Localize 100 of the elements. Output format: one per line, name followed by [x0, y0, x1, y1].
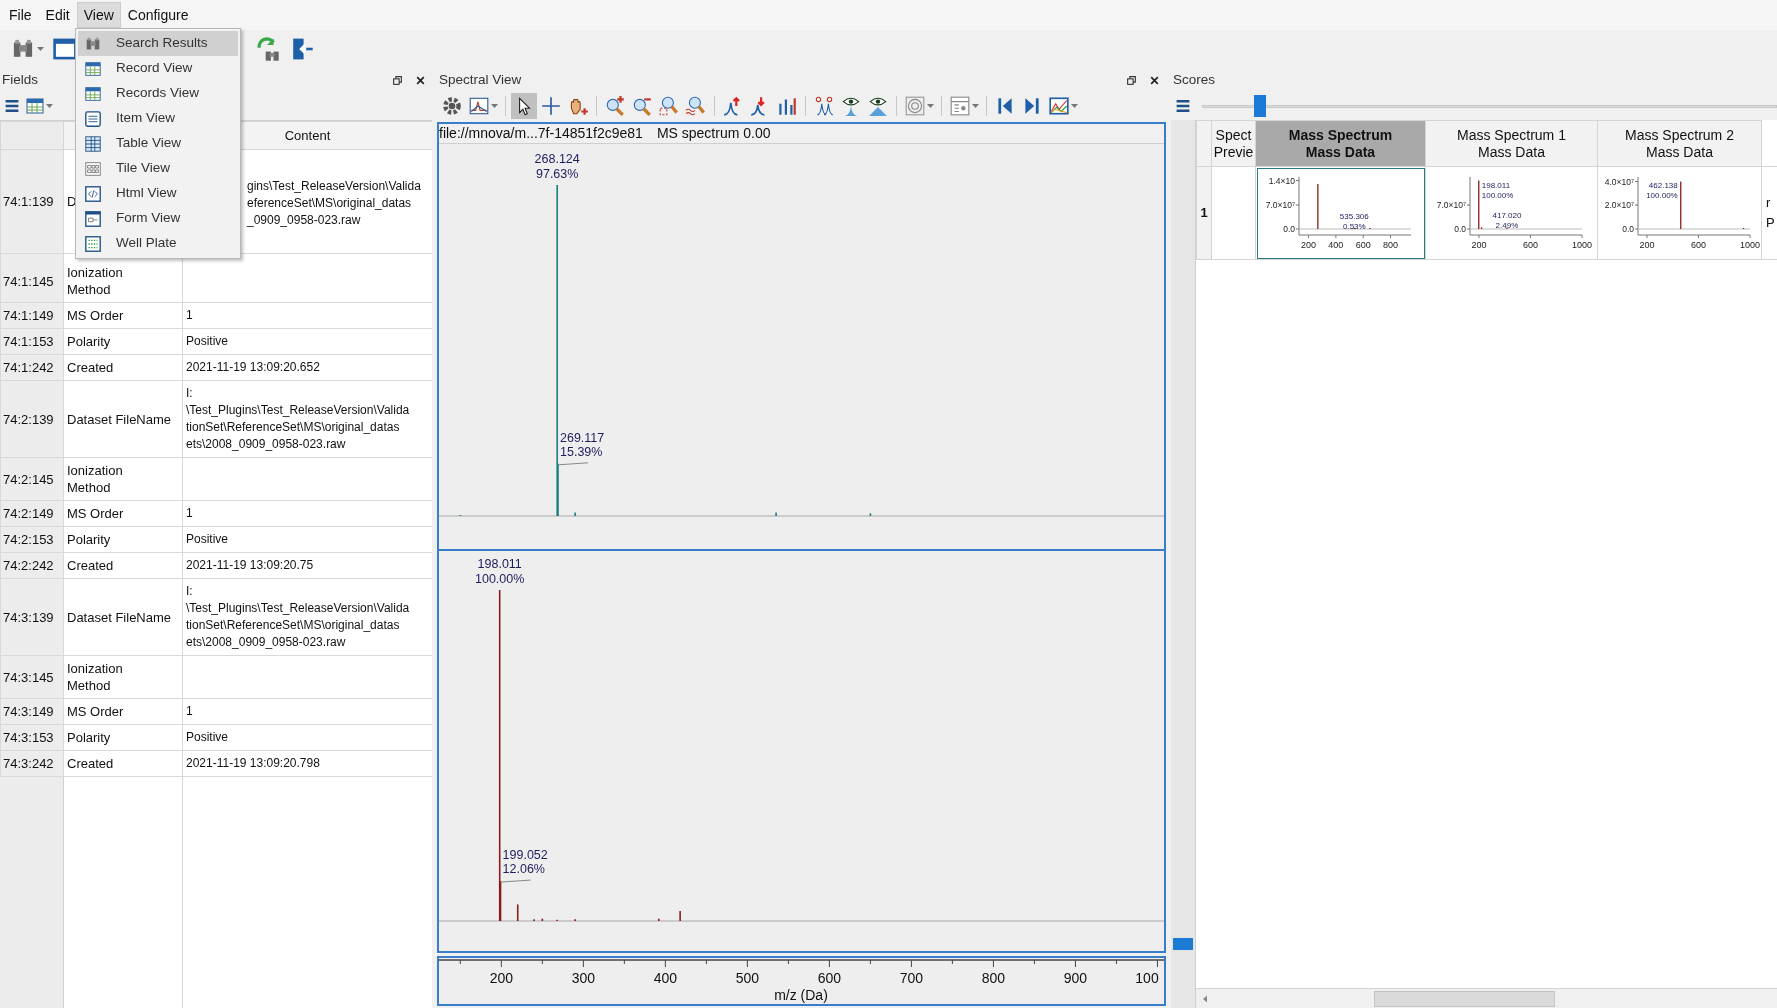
table-cell: Ionization Method: [63, 655, 183, 699]
y-axis: [1295, 176, 1299, 236]
crosshair-icon: [540, 95, 562, 117]
peak-label: 12.06%: [502, 862, 545, 877]
table-cell: 1: [182, 500, 432, 527]
table-cell: MS Order: [63, 500, 183, 527]
caret-icon: [1071, 103, 1078, 109]
peak-label: 198.011: [477, 557, 522, 571]
gear-icon: [441, 95, 463, 117]
zoom-fit-icon: [658, 95, 680, 117]
table-cell: Created: [63, 354, 183, 381]
close-icon: [1149, 74, 1160, 86]
table-cell: 74:2:139: [0, 380, 64, 458]
leader-line: [500, 879, 532, 883]
caret-icon: [491, 103, 498, 109]
thumbnail-cell[interactable]: 4.0×10⁷ 2.0×10⁷ 0.0 200 600 1000 462.138 100.00%: [1597, 166, 1762, 260]
table-cell: Positive: [182, 724, 432, 751]
chart-icon: [1048, 95, 1070, 117]
menu-item[interactable]: Edit: [38, 2, 77, 28]
table-cell: I: \Test_Plugins\Test_ReleaseVersion\Valida tionSet\ReferenceSet\MS\original_datas ets\2008_0909_0958-023.raw: [182, 578, 432, 656]
table-cell: 74:2:145: [0, 457, 64, 501]
axis-tick-label: 600: [1355, 240, 1371, 250]
table-cell: 2021-11-19 13:09:20.75: [182, 552, 432, 579]
table-cell: 74:2:242: [0, 552, 64, 579]
table-cell: Ionization Method: [63, 457, 183, 501]
table-cell: Dataset FileName: [63, 380, 183, 458]
menu-item[interactable]: Search Results: [78, 31, 238, 56]
code-icon: [84, 184, 102, 203]
table-cell: Polarity: [63, 526, 183, 553]
axis-tick-label: 400: [1327, 240, 1343, 250]
axis-tick-label: 4.0×10⁷: [1604, 176, 1634, 187]
tiles-icon: [84, 159, 102, 178]
dot-grid-icon: [84, 234, 102, 253]
peak-label: 417.020: [1492, 211, 1521, 220]
axis-tick-label: 500: [735, 970, 760, 986]
peak-label: 15.39%: [560, 444, 603, 459]
peak-label: 198.011: [1481, 181, 1510, 190]
table-cell: I: \Test_Plugins\Test_ReleaseVersion\Valida tionSet\ReferenceSet\MS\original_datas ets\2008_0909_0958-023.raw: [182, 380, 432, 458]
column-header: Mass Spectrum 1 Mass Data: [1425, 120, 1598, 167]
peaks-icon: [776, 95, 798, 117]
table-cell: Positive: [182, 328, 432, 355]
y-axis: [1634, 176, 1638, 236]
table-icon: [84, 134, 102, 153]
thumbnail-cell[interactable]: 7.0×10⁷ 0.0 200 600 1000 198.011 100.00% 417.020 2.49%: [1425, 166, 1598, 260]
menu-item[interactable]: Records View: [78, 81, 238, 106]
peak-label: 100.00%: [475, 572, 525, 586]
peak-label: 100.00%: [1481, 191, 1513, 200]
axis-tick-label: 600: [1690, 240, 1706, 250]
axis-title: m/z (Da): [774, 987, 828, 1003]
panel-title: Scores: [1173, 70, 1216, 89]
table-cell: 74:1:139: [0, 149, 64, 254]
table-cell: 74:1:153: [0, 328, 64, 355]
column-header: Mass Spectrum Mass Data: [1255, 120, 1426, 167]
peak-label: 0.53%: [1342, 222, 1366, 231]
menu-item[interactable]: View: [76, 2, 121, 28]
zoom-wave-icon: [685, 95, 707, 117]
panel-title: Fields: [2, 70, 38, 89]
file-path: file://mnova/m...7f-14851f2c9e81: [439, 124, 643, 143]
spiral-icon: [904, 95, 926, 117]
slider-thumb[interactable]: [1253, 95, 1266, 117]
axis-tick-label: 200: [489, 970, 513, 986]
grid-icon: [84, 84, 102, 103]
column-header: Spect Previe: [1211, 120, 1256, 167]
table-cell: 74:3:145: [0, 655, 64, 699]
menu-item[interactable]: File: [2, 2, 39, 28]
scrollbar-thumb[interactable]: [1374, 990, 1555, 1007]
table-cell: Positive: [182, 526, 432, 553]
zoom-slider[interactable]: [1202, 95, 1777, 117]
menu-icon: [1175, 98, 1191, 114]
peak-cut-icon: [813, 95, 835, 117]
panel-icon: [949, 95, 971, 117]
menu-item[interactable]: Configure: [120, 2, 196, 28]
spectrum-caption: MS spectrum 0.00: [656, 124, 771, 143]
thumbnail-cell[interactable]: 1.4×10 7.0×10⁷ 0.0 200 400 600 800 535.306 0.53%: [1255, 166, 1426, 260]
axis-tick-label: 200: [1639, 240, 1655, 250]
horizontal-scrollbar[interactable]: [1196, 988, 1777, 1008]
peak-label: 199.052: [502, 848, 548, 863]
axis-tick-label: 600: [1522, 240, 1538, 250]
eye-peak-icon: [840, 95, 862, 117]
close-icon: [415, 74, 426, 86]
axis-tick-label: 100: [1135, 970, 1159, 986]
table-cell: Created: [63, 552, 183, 579]
peak-label: 269.117: [560, 430, 605, 445]
axis-tick-label: 1000: [1739, 240, 1760, 250]
scrollbar-thumb[interactable]: [1173, 938, 1193, 950]
zoom-out-icon: [631, 95, 653, 117]
menu-item[interactable]: Record View: [78, 56, 238, 81]
pointer-tool[interactable]: [511, 93, 537, 119]
table-cell: 74:1:149: [0, 302, 64, 329]
axis-tick-label: 200: [1471, 240, 1487, 250]
y-axis: [1466, 176, 1470, 236]
vertical-scrollbar[interactable]: [1171, 120, 1196, 1008]
peak-label: 100.00%: [1645, 191, 1678, 200]
table-cell: 74:2:153: [0, 526, 64, 553]
table-cell: 74:2:149: [0, 500, 64, 527]
restore-icon: [1126, 74, 1137, 86]
table-cell: MS Order: [63, 302, 183, 329]
axis-tick-label: 0.0: [1621, 224, 1634, 234]
grid-icon: [84, 59, 102, 78]
table-icon: [25, 96, 45, 116]
